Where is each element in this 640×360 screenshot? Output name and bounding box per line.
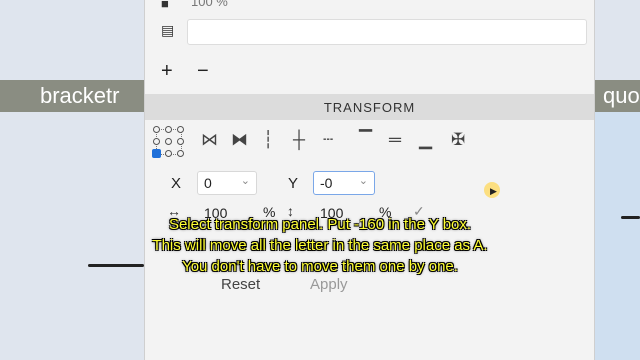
ref-point-icon[interactable] <box>177 150 184 157</box>
canvas-word-right: quo <box>603 83 640 108</box>
y-input[interactable]: -0 ⌄ <box>313 171 375 195</box>
y-label: Y <box>288 175 299 192</box>
ref-point-icon[interactable] <box>165 126 172 133</box>
subtitle-line: Select transform panel. Put -160 in the … <box>168 216 472 233</box>
align-right-icon[interactable]: ┄ <box>323 130 333 150</box>
note-icon: ▤ <box>161 22 175 38</box>
ref-point-selected-icon[interactable] <box>152 149 161 158</box>
flip-vertical-icon[interactable]: ⧓ <box>231 130 248 150</box>
ref-point-icon[interactable] <box>165 150 172 157</box>
ref-point-icon[interactable] <box>165 138 172 145</box>
align-left-icon[interactable]: ┆ <box>263 130 273 150</box>
subtitle-line: This will move all the letter in the sam… <box>152 237 488 254</box>
chevron-down-icon[interactable]: ⌄ <box>241 174 250 187</box>
x-label: X <box>171 175 182 192</box>
reference-point-grid-icon[interactable] <box>152 126 184 158</box>
apply-button[interactable]: Apply <box>310 276 348 293</box>
align-top-icon[interactable]: ▔ <box>359 130 372 150</box>
subtitle-line: You don't have to move them one by one. <box>182 258 458 275</box>
chevron-down-icon[interactable]: ⌄ <box>359 174 368 187</box>
transform-toolbar: ⋈ ⧓ ┆ ┼ ┄ ▔ ═ ▁ ✠ <box>145 124 594 160</box>
x-value: 0 <box>204 175 212 191</box>
opacity-row: ■ 100 % <box>145 0 594 14</box>
canvas-right: quo <box>593 0 640 360</box>
note-field[interactable] <box>187 19 587 45</box>
distribute-icon[interactable]: ✠ <box>451 130 465 150</box>
y-value: -0 <box>320 175 333 191</box>
add-button[interactable]: + <box>161 60 173 83</box>
mouse-cursor-icon: ▶ <box>484 182 500 198</box>
transform-section-header[interactable]: TRANSFORM <box>145 94 594 120</box>
x-input[interactable]: 0 ⌄ <box>197 171 257 195</box>
canvas-word-left: bracketr <box>40 83 120 108</box>
pointer-arrow-icon: ▶ <box>490 186 497 196</box>
reset-button[interactable]: Reset <box>221 276 260 293</box>
align-center-horizontal-icon[interactable]: ┼ <box>293 130 305 150</box>
ref-point-icon[interactable] <box>153 138 160 145</box>
opacity-icon: ■ <box>161 0 169 11</box>
subtitle-overlay: Select transform panel. Put -160 in the … <box>0 214 640 277</box>
note-row: ▤ <box>145 16 594 46</box>
section-title: TRANSFORM <box>323 100 416 115</box>
flip-horizontal-icon[interactable]: ⋈ <box>201 130 218 150</box>
ref-point-icon[interactable] <box>153 126 160 133</box>
align-middle-vertical-icon[interactable]: ═ <box>389 130 401 150</box>
ref-point-icon[interactable] <box>177 126 184 133</box>
align-bottom-icon[interactable]: ▁ <box>419 130 432 150</box>
ref-point-icon[interactable] <box>177 138 184 145</box>
transform-panel: ■ 100 % ▤ + − TRANSFORM ⋈ ⧓ ┆ ┼ ┄ ▔ ═ ▁ … <box>144 0 595 360</box>
remove-button[interactable]: − <box>197 60 209 83</box>
opacity-value[interactable]: 100 % <box>191 0 228 9</box>
canvas-left: bracketr <box>0 0 144 360</box>
